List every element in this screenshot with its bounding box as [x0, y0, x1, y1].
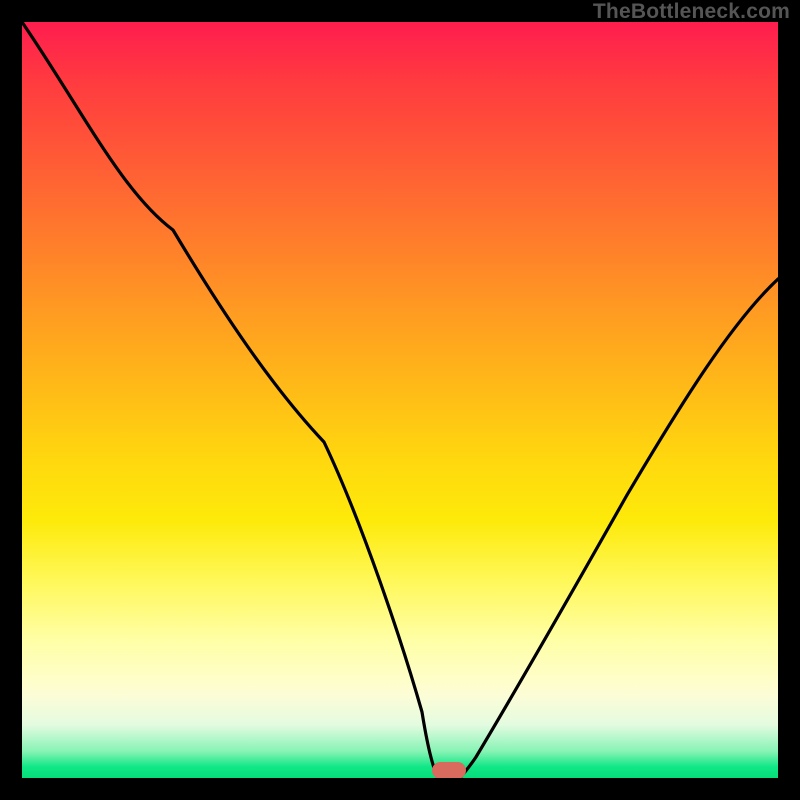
- plot-area: [22, 22, 778, 778]
- watermark-label: TheBottleneck.com: [593, 0, 790, 24]
- chart-frame: TheBottleneck.com: [0, 0, 800, 800]
- bottleneck-curve: [22, 22, 778, 778]
- optimal-marker: [432, 762, 466, 778]
